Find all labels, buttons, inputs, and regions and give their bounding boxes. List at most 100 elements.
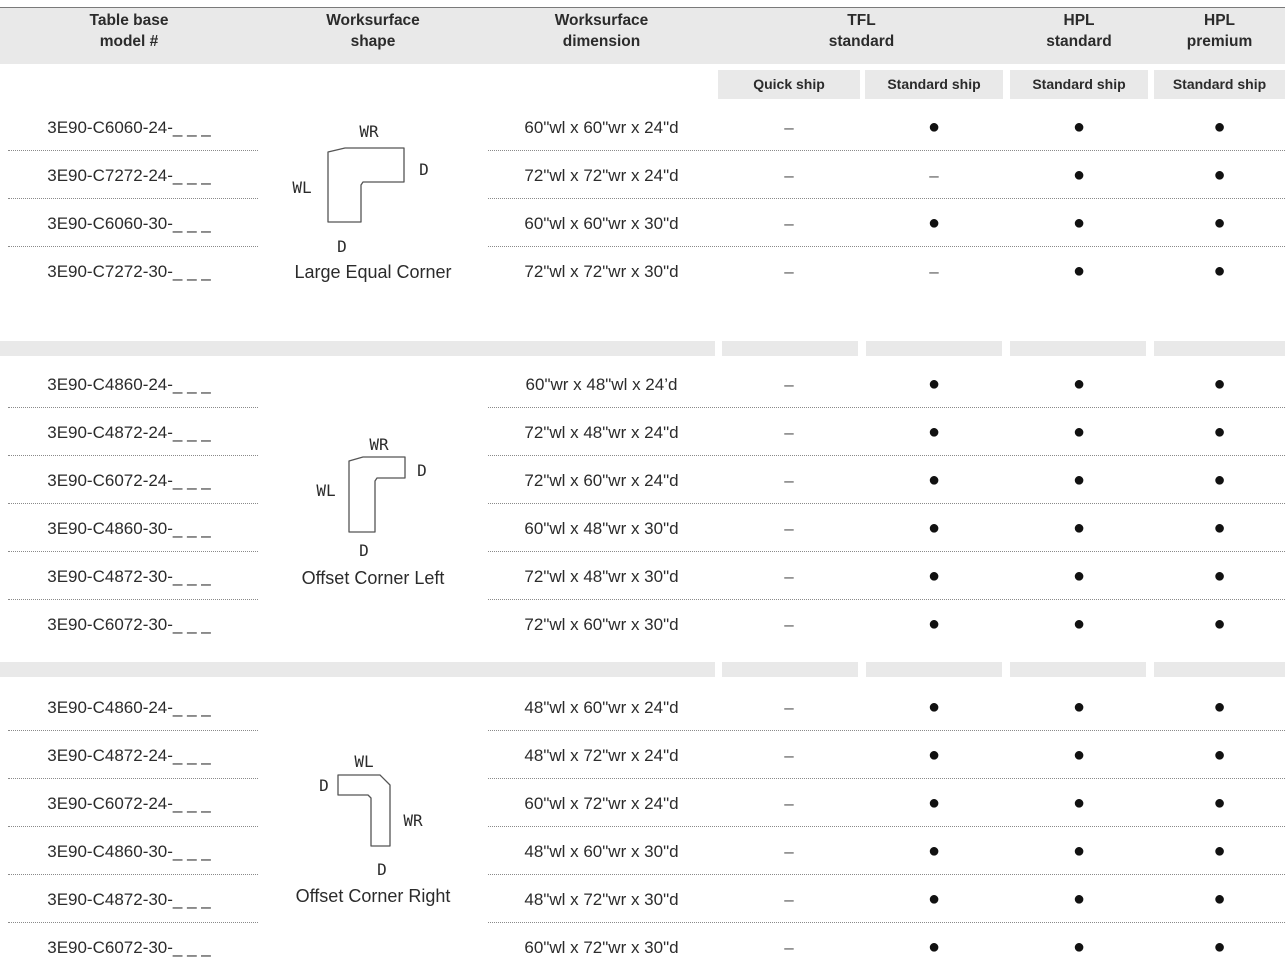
hpl-premium-value: ● (1213, 260, 1226, 282)
hpl-premium-value: ● (1213, 565, 1226, 587)
dimension: 48"wl x 72"wr x 24"d (524, 746, 679, 765)
row-divider (488, 922, 1285, 923)
shape-label-side: D (319, 776, 329, 795)
row-divider (488, 826, 1285, 827)
row-divider (8, 198, 258, 199)
model-number: 3E90-C4872-30-_ _ _ (47, 567, 211, 586)
quick-ship-value: – (784, 746, 794, 765)
shape-label-side: WL (292, 178, 311, 197)
hpl-standard-value: ● (1072, 116, 1086, 138)
hpl-premium-value: ● (1213, 613, 1226, 635)
quick-ship-value: – (784, 938, 794, 957)
hpl-standard-value: ● (1072, 469, 1086, 491)
quick-ship-value: – (784, 890, 794, 909)
shape-label-top: WL (354, 752, 373, 771)
subheader-tfl-standard-ship: Standard ship (865, 70, 1003, 99)
subheader-quick-ship: Quick ship (718, 70, 860, 99)
quick-ship-value: – (784, 423, 794, 442)
model-number: 3E90-C4860-24-_ _ _ (47, 698, 211, 717)
shape-name: Offset Corner Left (301, 568, 445, 588)
row-divider (488, 730, 1285, 731)
table-row: 3E90-C6072-24-_ _ _ 60"wl x 72"wr x 24"d… (0, 780, 1285, 828)
row-divider (488, 198, 1285, 199)
hpl-premium-value: ● (1213, 792, 1226, 814)
quick-ship-value: – (784, 615, 794, 634)
tfl-standard-value: ● (927, 565, 941, 587)
hpl-premium-value: ● (1213, 696, 1226, 718)
row-divider (8, 455, 258, 456)
dimension: 72"wl x 60"wr x 24"d (524, 471, 679, 490)
model-number: 3E90-C6072-24-_ _ _ (47, 471, 211, 490)
row-divider (8, 874, 258, 875)
row-divider (8, 826, 258, 827)
row-divider (8, 150, 258, 151)
header-hpl-standard: HPL standard (1046, 12, 1112, 50)
large-equal-corner-shape-icon: WR WL D D (292, 122, 429, 256)
quick-ship-value: – (784, 842, 794, 861)
shape-label-bottom: D (337, 237, 347, 256)
tfl-standard-value: ● (927, 936, 941, 958)
tfl-standard-value: ● (927, 373, 941, 395)
model-number: 3E90-C7272-24-_ _ _ (47, 166, 211, 185)
hpl-standard-value: ● (1072, 744, 1086, 766)
shape-label-right: D (417, 461, 427, 480)
row-divider (488, 150, 1285, 151)
table-row: 3E90-C6060-24-_ _ _ 60"wl x 60"wr x 24"d… (0, 104, 1285, 152)
table-row: 3E90-C6072-24-_ _ _ 72"wl x 60"wr x 24"d… (0, 457, 1285, 505)
quick-ship-value: – (784, 262, 794, 281)
row-divider (488, 246, 1285, 247)
table-row: 3E90-C4872-30-_ _ _ 48"wl x 72"wr x 30"d… (0, 876, 1285, 924)
header-hpl-premium: HPL premium (1186, 12, 1253, 50)
row-divider (8, 922, 258, 923)
hpl-standard-value: ● (1072, 840, 1086, 862)
tfl-standard-value: ● (927, 116, 941, 138)
hpl-standard-value: ● (1072, 613, 1086, 635)
model-number: 3E90-C4872-24-_ _ _ (47, 423, 211, 442)
hpl-standard-value: ● (1072, 936, 1086, 958)
quick-ship-value: – (784, 214, 794, 233)
model-number: 3E90-C6060-24-_ _ _ (47, 118, 211, 137)
tfl-standard-value: ● (927, 744, 941, 766)
quick-ship-value: – (784, 166, 794, 185)
dimension: 60"wr x 48"wl x 24’d (525, 375, 678, 394)
offset-corner-left-shape-icon: WR WL D D (316, 435, 427, 560)
tfl-standard-value: – (929, 262, 939, 281)
table-row: 3E90-C7272-30-_ _ _ 72"wl x 72"wr x 30"d… (0, 248, 1285, 296)
tfl-standard-value: ● (927, 469, 941, 491)
model-number: 3E90-C6072-24-_ _ _ (47, 794, 211, 813)
dimension: 48"wl x 72"wr x 30"d (524, 890, 679, 909)
model-number: 3E90-C6072-30-_ _ _ (47, 938, 211, 957)
shape-label-right: D (419, 160, 429, 179)
table-row: 3E90-C4860-24-_ _ _ 48"wl x 60"wr x 24"d… (0, 684, 1285, 732)
table-row: 3E90-C4860-24-_ _ _ 60"wr x 48"wl x 24’d… (0, 361, 1285, 409)
shape-label-top: WR (359, 122, 379, 141)
hpl-standard-value: ● (1072, 888, 1086, 910)
tfl-standard-value: ● (927, 212, 941, 234)
hpl-premium-value: ● (1213, 517, 1226, 539)
quick-ship-value: – (784, 698, 794, 717)
table-row: 3E90-C6072-30-_ _ _ 72"wl x 60"wr x 30"d… (0, 601, 1285, 649)
row-divider (8, 778, 258, 779)
tfl-standard-value: ● (927, 421, 941, 443)
dimension: 72"wl x 48"wr x 24"d (524, 423, 679, 442)
shape-name: Large Equal Corner (294, 262, 452, 282)
tfl-standard-value: ● (927, 840, 941, 862)
row-divider (488, 599, 1285, 600)
tfl-standard-value: – (929, 166, 939, 185)
hpl-standard-value: ● (1072, 696, 1086, 718)
shape-label-side: WL (316, 481, 335, 500)
row-divider (488, 407, 1285, 408)
dimension: 60"wl x 48"wr x 30"d (524, 519, 679, 538)
model-number: 3E90-C6072-30-_ _ _ (47, 615, 211, 634)
hpl-premium-value: ● (1213, 212, 1226, 234)
dimension: 60"wl x 72"wr x 24"d (524, 794, 679, 813)
dimension: 48"wl x 60"wr x 24"d (524, 698, 679, 717)
quick-ship-value: – (784, 471, 794, 490)
hpl-standard-value: ● (1072, 260, 1086, 282)
tfl-standard-value: ● (927, 792, 941, 814)
row-divider (488, 503, 1285, 504)
shape-label-bottom: D (359, 541, 369, 560)
quick-ship-value: – (784, 794, 794, 813)
dimension: 72"wl x 48"wr x 30"d (524, 567, 679, 586)
hpl-premium-value: ● (1213, 373, 1226, 395)
